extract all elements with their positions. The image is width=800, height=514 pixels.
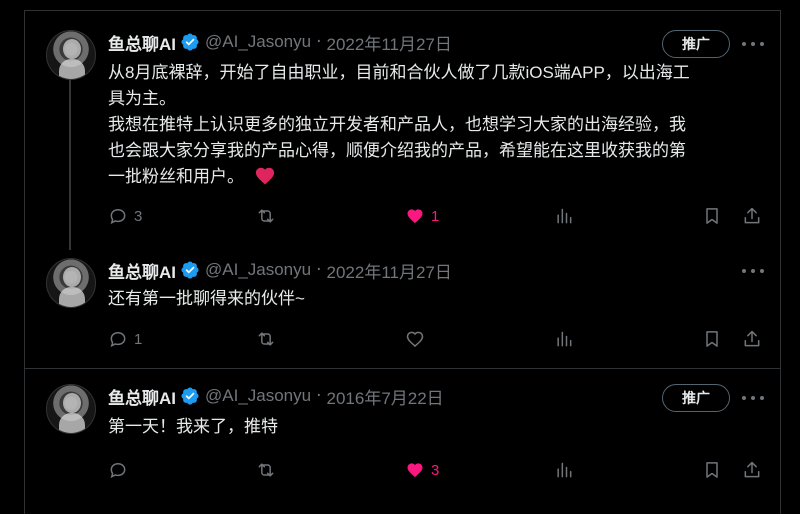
more-icon[interactable]: [742, 39, 764, 49]
verified-icon: [181, 261, 199, 279]
verified-icon: [181, 33, 199, 51]
tweet-text-line: 也会跟大家分享我的产品心得，顺便介绍我的产品，希望能在这里收获我的第: [108, 141, 686, 160]
tweet-text-line: 还有第一批聊得来的伙伴~: [108, 289, 305, 308]
views-button[interactable]: [554, 459, 574, 481]
bookmark-icon: [706, 331, 718, 347]
share-button[interactable]: [742, 328, 762, 350]
thread-connector-line: [69, 79, 71, 250]
heart-emoji-icon: [255, 167, 274, 185]
heart-icon: [407, 209, 423, 224]
tweet-text-line: 具为主。: [108, 89, 176, 108]
reply-icon: [110, 462, 126, 479]
reply-icon: [110, 208, 126, 225]
views-button[interactable]: [554, 205, 574, 227]
bookmark-button[interactable]: [702, 328, 722, 350]
avatar[interactable]: [46, 30, 96, 80]
display-name[interactable]: 鱼总聊AI: [108, 30, 176, 55]
bookmark-button[interactable]: [702, 205, 722, 227]
tweet-divider: [24, 368, 781, 369]
user-handle[interactable]: @AI_Jasonyu: [205, 260, 311, 280]
retweet-icon: [258, 332, 274, 346]
retweet-button[interactable]: [256, 459, 276, 481]
tweet-header: 鱼总聊AI @AI_Jasonyu · 2016年7月22日: [108, 384, 444, 408]
bookmark-icon: [706, 208, 718, 224]
reply-button[interactable]: [108, 459, 134, 481]
reply-count: 1: [134, 330, 143, 348]
verified-icon: [181, 387, 199, 405]
retweet-icon: [258, 463, 274, 477]
reply-button[interactable]: 1: [108, 328, 142, 350]
views-icon: [557, 331, 572, 347]
tweet-date[interactable]: 2016年7月22日: [327, 384, 444, 409]
share-icon: [744, 330, 760, 347]
display-name[interactable]: 鱼总聊AI: [108, 384, 176, 409]
promote-button[interactable]: 推广: [662, 30, 730, 58]
reply-count: 3: [134, 207, 143, 225]
share-button[interactable]: [742, 459, 762, 481]
retweet-button[interactable]: [256, 205, 276, 227]
tweet-header: 鱼总聊AI @AI_Jasonyu · 2022年11月27日: [108, 30, 452, 54]
promote-button[interactable]: 推广: [662, 384, 730, 412]
heart-icon: [407, 463, 423, 478]
tweet-text: 第一天！我来了，推特: [108, 414, 768, 440]
more-icon[interactable]: [742, 266, 764, 276]
like-button[interactable]: 3: [405, 459, 439, 481]
user-handle[interactable]: @AI_Jasonyu: [205, 386, 311, 406]
separator-dot: ·: [316, 32, 322, 52]
avatar[interactable]: [46, 384, 96, 434]
tweet-text-line: 一批粉丝和用户。: [108, 167, 244, 186]
tweet-date[interactable]: 2022年11月27日: [327, 258, 452, 283]
like-button[interactable]: 1: [405, 205, 439, 227]
bookmark-button[interactable]: [702, 459, 722, 481]
tweet-header: 鱼总聊AI @AI_Jasonyu · 2022年11月27日: [108, 258, 452, 282]
views-icon: [557, 208, 572, 224]
tweet-text-line: 我想在推特上认识更多的独立开发者和产品人，也想学习大家的出海经验，我: [108, 115, 686, 134]
tweet-text-line: 从8月底裸辞，开始了自由职业，目前和合伙人做了几款iOS端APP，以出海工: [108, 63, 690, 82]
like-count: 1: [431, 207, 440, 225]
views-icon: [557, 462, 572, 478]
bookmark-icon: [706, 462, 718, 478]
display-name[interactable]: 鱼总聊AI: [108, 258, 176, 283]
separator-dot: ·: [316, 386, 322, 406]
retweet-button[interactable]: [256, 328, 276, 350]
share-button[interactable]: [742, 205, 762, 227]
share-icon: [744, 461, 760, 478]
tweet-text: 从8月底裸辞，开始了自由职业，目前和合伙人做了几款iOS端APP，以出海工 具为…: [108, 60, 768, 190]
like-button[interactable]: [405, 328, 425, 350]
separator-dot: ·: [316, 260, 322, 280]
tweet-date[interactable]: 2022年11月27日: [327, 30, 452, 55]
heart-icon: [406, 331, 424, 348]
retweet-icon: [258, 209, 274, 223]
user-handle[interactable]: @AI_Jasonyu: [205, 32, 311, 52]
tweet-text-line: 第一天！我来了，推特: [108, 417, 278, 436]
tweet-text: 还有第一批聊得来的伙伴~: [108, 286, 768, 312]
like-count: 3: [431, 461, 440, 479]
more-icon[interactable]: [742, 393, 764, 403]
avatar[interactable]: [46, 258, 96, 308]
reply-button[interactable]: 3: [108, 205, 142, 227]
share-icon: [744, 207, 760, 224]
reply-icon: [110, 331, 126, 348]
views-button[interactable]: [554, 328, 574, 350]
